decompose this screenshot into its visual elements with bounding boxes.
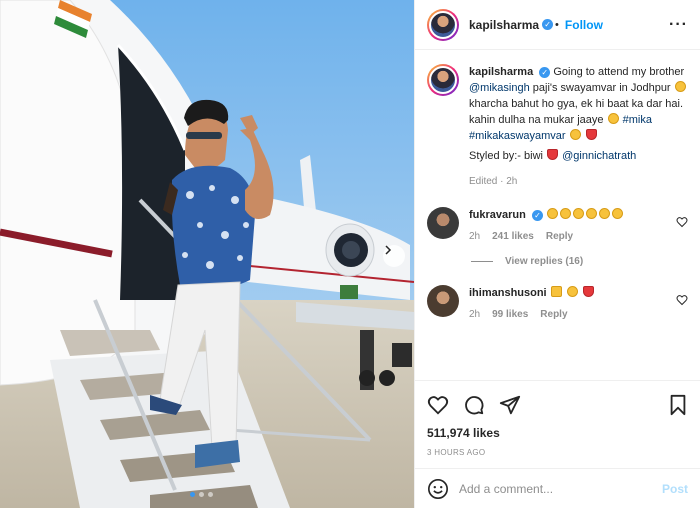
likes-count[interactable]: 511,974 likes (415, 426, 700, 440)
chevron-right-icon (385, 245, 392, 255)
share-icon[interactable] (499, 394, 521, 416)
view-replies-button[interactable]: View replies (16) (471, 256, 688, 267)
crown-emoji-icon (550, 286, 562, 297)
divider-line (471, 261, 493, 262)
post-side-panel: kapilsharma ✓ • Follow ··· kapilsharma ✓… (414, 0, 700, 508)
verified-badge-icon: ✓ (531, 209, 543, 221)
comment-item: fukravarun ✓ 2h 241 likes Reply (427, 207, 688, 242)
comment-meta: 2h 99 likes Reply (469, 309, 688, 320)
post-timestamp: 3 HOURS AGO (427, 448, 486, 457)
styled-by-text: Styled by:- biwi (469, 150, 543, 162)
instagram-post-view: kapilsharma ✓ • Follow ··· kapilsharma ✓… (0, 0, 700, 508)
laughing-emoji-icon (546, 208, 558, 219)
post-photo[interactable] (0, 0, 414, 508)
mention-link[interactable]: @ginnichatrath (562, 150, 636, 162)
comment-likes[interactable]: 241 likes (492, 231, 534, 242)
caption-edited: Edited · 2h (469, 176, 688, 187)
comment-time: 2h (469, 231, 481, 242)
comment-likes[interactable]: 99 likes (492, 309, 528, 320)
smiley-icon[interactable] (427, 478, 449, 500)
author-username[interactable]: kapilsharma (469, 18, 539, 32)
laughing-emoji-icon (585, 208, 597, 219)
styled-by-line: Styled by:- biwi @ginnichatrath (469, 148, 688, 164)
caption-text: kapilsharma ✓ Going to attend my brother… (469, 64, 688, 144)
post-image (0, 0, 414, 508)
more-options-button[interactable]: ··· (669, 16, 688, 34)
hashtag-link[interactable]: #mika (623, 114, 652, 126)
caption-username[interactable]: kapilsharma (469, 66, 533, 78)
hashtag-link[interactable]: #mikakaswayamvar (469, 130, 566, 142)
comments-section: kapilsharma ✓ Going to attend my brother… (415, 50, 700, 380)
caption-avatar[interactable] (427, 64, 459, 96)
heart-icon[interactable] (676, 294, 688, 306)
author-avatar[interactable] (427, 8, 459, 41)
red-heart-emoji-icon (547, 149, 559, 160)
comment-meta: 2h 241 likes Reply (469, 231, 688, 242)
mention-link[interactable]: @mikasingh (469, 82, 530, 94)
heart-eyes-emoji-icon (674, 81, 686, 92)
laughing-emoji-icon (572, 208, 584, 219)
commenter-avatar[interactable] (427, 207, 459, 239)
verified-badge-icon: ✓ (539, 66, 551, 78)
carousel-dot (208, 492, 213, 497)
post-comment-button[interactable]: Post (662, 482, 688, 496)
carousel-indicator (190, 492, 213, 497)
red-heart-emoji-icon (582, 286, 594, 297)
view-replies-label[interactable]: View replies (16) (505, 256, 583, 267)
carousel-next-button[interactable] (383, 245, 405, 267)
heart-icon[interactable] (427, 394, 449, 416)
red-heart-emoji-icon (585, 129, 597, 140)
add-comment-bar: Post (415, 468, 700, 508)
heart-icon[interactable] (676, 216, 688, 228)
commenter-username[interactable]: ihimanshusoni (469, 287, 547, 299)
verified-badge-icon: ✓ (542, 19, 554, 30)
comment-text: ihimanshusoni (469, 285, 688, 301)
caption: kapilsharma ✓ Going to attend my brother… (427, 64, 688, 187)
carousel-dot (199, 492, 204, 497)
caption-text-part: paji's swayamvar in Jodhpur (532, 82, 671, 94)
grinning-emoji-icon (569, 129, 581, 140)
reply-button[interactable]: Reply (540, 309, 567, 320)
post-header: kapilsharma ✓ • Follow ··· (415, 0, 700, 50)
comment-text: fukravarun ✓ (469, 207, 688, 223)
carousel-dot (190, 492, 195, 497)
follow-button[interactable]: Follow (565, 18, 603, 32)
smiling-emoji-icon (566, 286, 578, 297)
caption-text-part: Going to attend my brother (553, 66, 685, 78)
reply-button[interactable]: Reply (546, 231, 573, 242)
comment-icon[interactable] (463, 394, 485, 416)
laughing-emoji-icon (607, 113, 619, 124)
laughing-emoji-icon (598, 208, 610, 219)
commenter-avatar[interactable] (427, 285, 459, 317)
bookmark-icon[interactable] (668, 394, 688, 416)
post-actions-bar (415, 380, 700, 428)
comment-time: 2h (469, 309, 481, 320)
laughing-emoji-icon (611, 208, 623, 219)
commenter-username[interactable]: fukravarun (469, 209, 526, 221)
comment-item: ihimanshusoni 2h 99 likes Reply (427, 285, 688, 320)
comment-input[interactable] (459, 481, 652, 496)
laughing-emoji-icon (559, 208, 571, 219)
separator-dot: • (555, 18, 559, 31)
edited-timestamp: Edited · 2h (469, 176, 518, 187)
